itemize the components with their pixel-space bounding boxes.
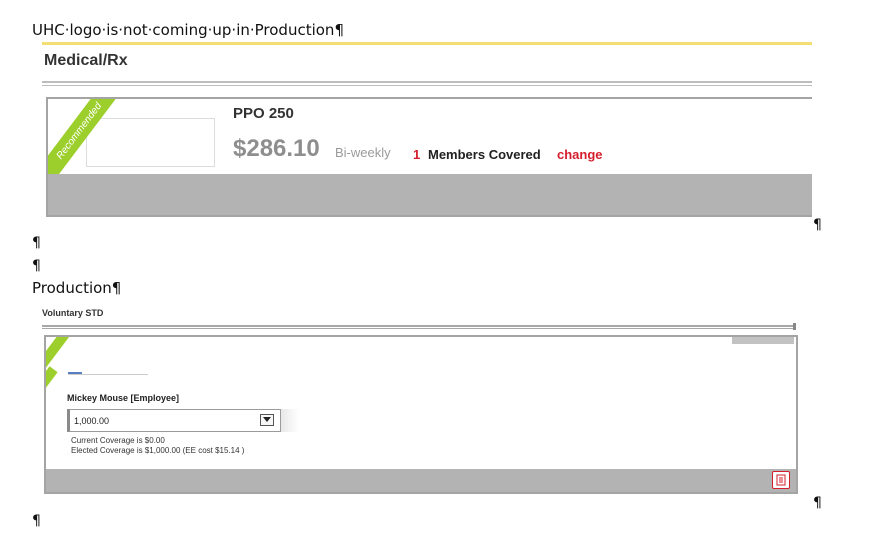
members-covered-label: Members Covered <box>428 147 541 162</box>
elected-coverage-text: Elected Coverage is $1,000.00 (EE cost $… <box>71 446 245 455</box>
divider <box>42 81 812 83</box>
card-footer <box>48 174 812 215</box>
pilcrow: ¶ <box>32 235 41 251</box>
current-coverage-text: Current Coverage is $0.00 <box>71 436 165 445</box>
ribbon <box>46 366 58 390</box>
medical-rx-screenshot: Medical/Rx Recommended PPO 250 $286.10 B… <box>42 42 812 218</box>
card-footer <box>46 469 796 492</box>
header-accent-bar <box>42 42 812 45</box>
carrier-logo-placeholder <box>86 118 215 167</box>
voluntary-std-screenshot: Voluntary STD Mickey Mouse [Employee] 1,… <box>42 306 798 502</box>
coverage-select[interactable]: 1,000.00 <box>67 409 281 432</box>
member-name: Mickey Mouse [Employee] <box>67 393 180 403</box>
divider <box>42 85 812 86</box>
members-count: 1 <box>413 147 421 162</box>
pay-frequency: Bi-weekly <box>335 145 391 160</box>
section-title: Medical/Rx <box>44 52 128 69</box>
pilcrow: ¶ <box>813 495 822 511</box>
plan-name: PPO 250 <box>233 105 294 122</box>
document-icon[interactable] <box>772 471 790 489</box>
pilcrow: ¶ <box>32 513 41 529</box>
select-shadow <box>281 409 299 432</box>
production-label: Production¶ <box>32 279 122 297</box>
cropped-header-box <box>732 337 794 344</box>
plan-price: $286.10 <box>233 135 320 162</box>
change-link[interactable]: change <box>557 147 603 162</box>
pilcrow: ¶ <box>32 258 41 274</box>
plan-card: Mickey Mouse [Employee] 1,000.00 Current… <box>44 335 798 494</box>
chevron-down-icon[interactable] <box>260 414 274 426</box>
document-heading: UHC·logo·is·not·coming·up·in·Production¶ <box>32 21 344 39</box>
plan-card[interactable]: Recommended PPO 250 $286.10 Bi-weekly 1 … <box>46 97 812 217</box>
divider-end <box>793 323 796 330</box>
divider <box>42 328 796 329</box>
section-title: Voluntary STD <box>42 308 104 318</box>
cropped-underline <box>68 374 148 375</box>
divider <box>42 325 796 327</box>
coverage-select-value: 1,000.00 <box>74 416 110 426</box>
pilcrow: ¶ <box>813 217 822 233</box>
